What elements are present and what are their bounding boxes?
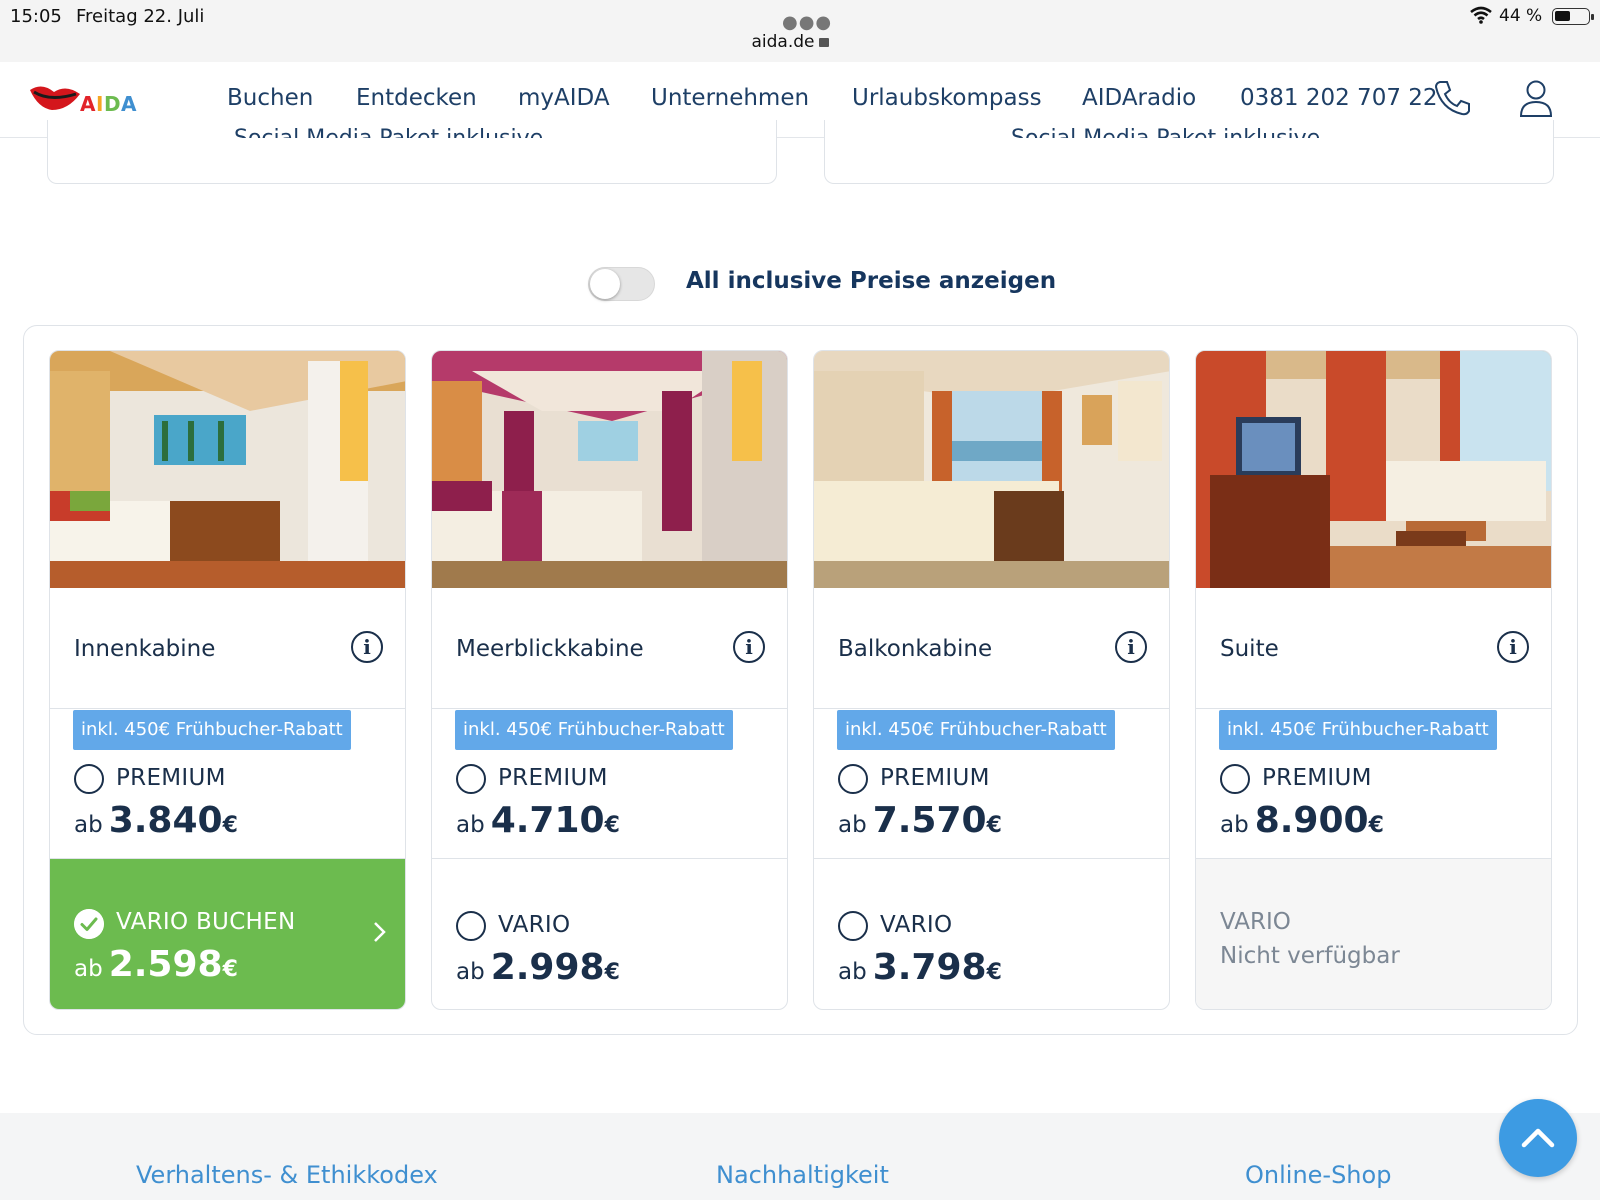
discount-badge: inkl. 450€ Frühbucher-Rabatt (1219, 710, 1497, 750)
vario-unavailable-text: Nicht verfügbar (1220, 943, 1400, 969)
cabin-name: Suite (1220, 636, 1279, 662)
vario-unavailable: VARIO Nicht verfügbar (1196, 859, 1551, 1009)
vario-price: ab 3.798€ (838, 947, 1002, 988)
all-inclusive-label[interactable]: All inclusive Preise anzeigen (686, 268, 1056, 294)
info-icon[interactable]: i (1497, 631, 1529, 663)
premium-price: ab 8.900€ (1220, 800, 1384, 841)
premium-radio[interactable] (1220, 764, 1250, 794)
info-icon[interactable]: i (1115, 631, 1147, 663)
premium-radio[interactable] (456, 764, 486, 794)
user-account-icon[interactable] (1518, 78, 1554, 118)
discount-badge: inkl. 450€ Frühbucher-Rabatt (455, 710, 733, 750)
info-icon[interactable]: i (733, 631, 765, 663)
phone-icon[interactable] (1432, 78, 1472, 118)
status-date: Freitag 22. Juli (76, 6, 205, 27)
vario-label: VARIO (880, 912, 953, 938)
cabin-photo (50, 351, 405, 588)
vario-label: VARIO (498, 912, 571, 938)
cabin-card-suite: Suite i inkl. 450€ Frühbucher-Rabatt PRE… (1195, 350, 1552, 1010)
battery-percent: 44 % (1499, 6, 1543, 26)
divider (50, 708, 405, 709)
premium-label[interactable]: PREMIUM (880, 765, 990, 791)
vario-price: ab 2.598€ (74, 944, 238, 985)
footer-link-nachhaltigkeit[interactable]: Nachhaltigkeit (716, 1161, 889, 1189)
divider (814, 708, 1169, 709)
chevron-up-icon (1521, 1128, 1555, 1148)
cabin-name: Meerblickkabine (456, 636, 644, 662)
vario-label: VARIO (1220, 909, 1291, 935)
wifi-icon (1470, 6, 1492, 24)
nav-phone-number[interactable]: 0381 202 707 22 (1240, 85, 1438, 111)
nav-item-urlaubskompass[interactable]: Urlaubskompass (852, 85, 1042, 111)
package-card-partial: Social Media Paket inklusive (47, 120, 777, 184)
divider (1196, 708, 1551, 709)
premium-price: ab 7.570€ (838, 800, 1002, 841)
nav-item-entdecken[interactable]: Entdecken (356, 85, 477, 111)
more-dots-icon[interactable]: ●●● (782, 12, 832, 33)
premium-label[interactable]: PREMIUM (498, 765, 608, 791)
chevron-right-icon (374, 922, 386, 942)
vario-label: VARIO BUCHEN (116, 909, 296, 935)
divider (432, 708, 787, 709)
premium-price: ab 4.710€ (456, 800, 620, 841)
premium-radio[interactable] (74, 764, 104, 794)
cabin-selection-panel: Innenkabine i inkl. 450€ Frühbucher-Raba… (23, 325, 1578, 1035)
nav-item-aidaradio[interactable]: AIDAradio (1082, 85, 1196, 111)
status-time: 15:05 (10, 6, 62, 27)
vario-option[interactable]: VARIO ab 2.998€ (432, 859, 787, 1009)
nav-item-myaida[interactable]: myAIDA (518, 85, 610, 111)
package-card-partial: Social Media Paket inklusive (824, 120, 1554, 184)
premium-price: ab 3.840€ (74, 800, 238, 841)
cabin-name: Balkonkabine (838, 636, 993, 662)
footer: Verhaltens- & Ethikkodex Nachhaltigkeit … (0, 1113, 1600, 1200)
lock-icon (818, 38, 829, 47)
premium-label[interactable]: PREMIUM (1262, 765, 1372, 791)
vario-price: ab 2.998€ (456, 947, 620, 988)
package-feature-text: Social Media Paket inklusive (1011, 124, 1320, 138)
toggle-knob (590, 269, 620, 299)
premium-label[interactable]: PREMIUM (116, 765, 226, 791)
discount-badge: inkl. 450€ Frühbucher-Rabatt (837, 710, 1115, 750)
package-feature-text: Social Media Paket inklusive (234, 124, 543, 138)
cabin-name: Innenkabine (74, 636, 216, 662)
scroll-to-top-button[interactable] (1499, 1099, 1577, 1177)
cabin-photo (432, 351, 787, 588)
discount-badge: inkl. 450€ Frühbucher-Rabatt (73, 710, 351, 750)
cabin-photo (814, 351, 1169, 588)
premium-radio[interactable] (838, 764, 868, 794)
battery-icon (1552, 8, 1594, 25)
footer-link-ethikkodex[interactable]: Verhaltens- & Ethikkodex (136, 1161, 438, 1189)
status-bar: 15:05 Freitag 22. Juli ●●● aida.de 44 % (0, 0, 1600, 62)
logo-text: AIDA (80, 92, 138, 116)
check-circle-icon (74, 909, 104, 939)
cabin-card-innenkabine: Innenkabine i inkl. 450€ Frühbucher-Raba… (49, 350, 406, 1010)
cabin-card-meerblickkabine: Meerblickkabine i inkl. 450€ Frühbucher-… (431, 350, 788, 1010)
all-inclusive-toggle[interactable] (588, 267, 655, 301)
vario-book-button[interactable]: VARIO BUCHEN ab 2.598€ (50, 859, 405, 1009)
nav-item-unternehmen[interactable]: Unternehmen (651, 85, 809, 111)
cabin-photo (1196, 351, 1551, 588)
nav-item-buchen[interactable]: Buchen (227, 85, 313, 111)
vario-option[interactable]: VARIO ab 3.798€ (814, 859, 1169, 1009)
vario-radio[interactable] (838, 911, 868, 941)
cabin-card-balkonkabine: Balkonkabine i inkl. 450€ Frühbucher-Rab… (813, 350, 1170, 1010)
url-text: aida.de (751, 32, 815, 52)
info-icon[interactable]: i (351, 631, 383, 663)
footer-link-online-shop[interactable]: Online-Shop (1245, 1161, 1391, 1189)
address-bar[interactable]: aida.de (0, 32, 1580, 52)
vario-radio[interactable] (456, 911, 486, 941)
